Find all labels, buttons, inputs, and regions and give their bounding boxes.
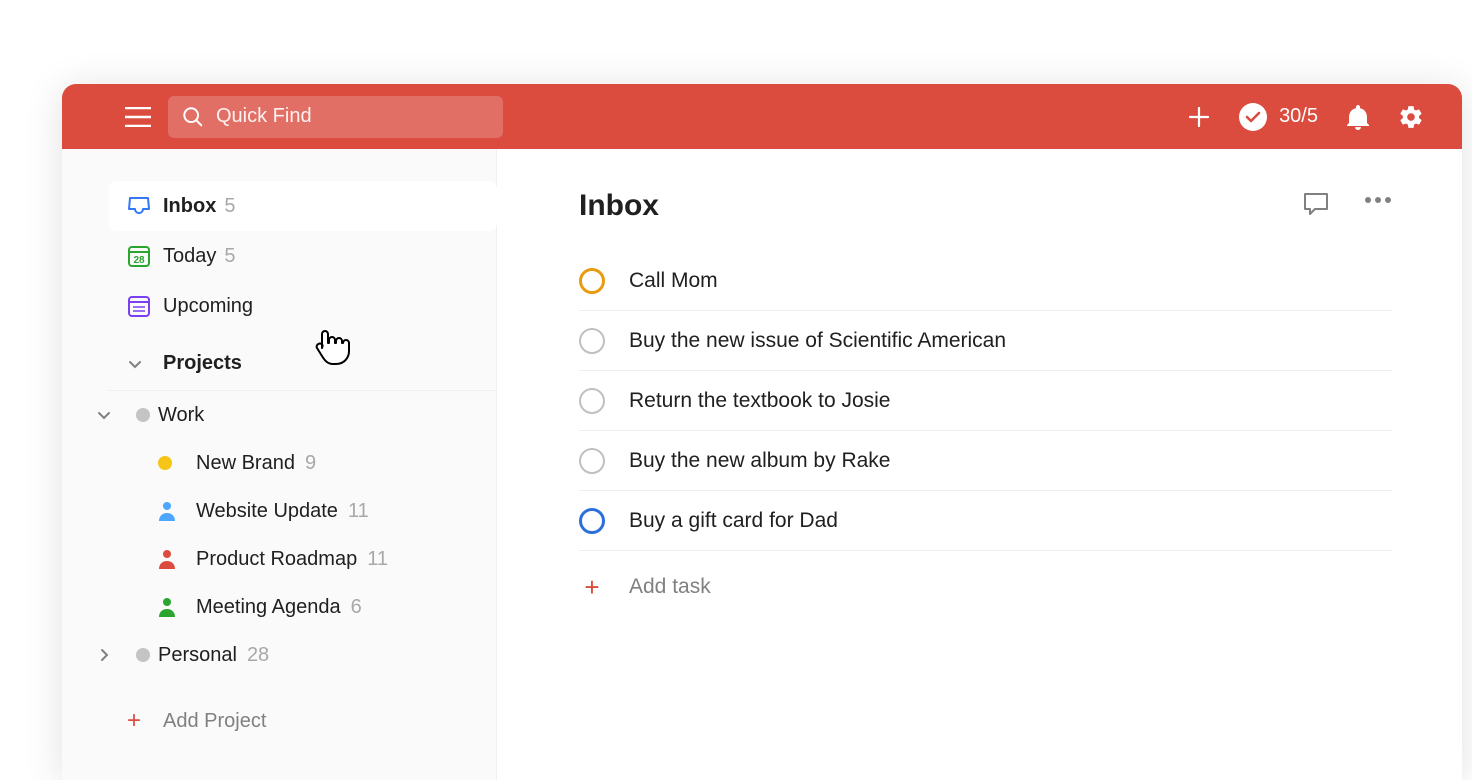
sidebar: Inbox 5 28 Today 5 Upcoming (62, 149, 497, 780)
hamburger-icon (125, 107, 151, 127)
task-row[interactable]: Buy the new album by Rake (579, 431, 1392, 491)
project-color-dot (136, 648, 150, 662)
productivity-karma[interactable]: 30/5 (1239, 103, 1318, 131)
folder-personal[interactable]: Personal 28 (84, 631, 496, 679)
nav-label: Upcoming (163, 295, 253, 318)
task-checkbox[interactable] (579, 268, 605, 294)
folder-label: Personal (158, 644, 237, 667)
main-content: Inbox Call Mom Buy the new issue of Scien… (497, 149, 1462, 780)
project-new-brand[interactable]: New Brand 9 (144, 439, 496, 487)
project-website-update[interactable]: Website Update 11 (144, 487, 496, 535)
comments-button[interactable] (1302, 191, 1330, 222)
projects-section-header[interactable]: Projects (109, 337, 497, 391)
add-project-button[interactable]: + Add Project (109, 697, 496, 745)
topbar: Quick Find 30/5 (62, 84, 1462, 149)
task-checkbox[interactable] (579, 508, 605, 534)
add-project-label: Add Project (163, 710, 266, 733)
task-row[interactable]: Buy the new issue of Scientific American (579, 311, 1392, 371)
task-title: Buy the new issue of Scientific American (629, 329, 1006, 353)
menu-button[interactable] (118, 107, 158, 127)
chevron-right-icon (96, 647, 112, 663)
task-row[interactable]: Buy a gift card for Dad (579, 491, 1392, 551)
task-row[interactable]: Call Mom (579, 251, 1392, 311)
project-label: Website Update (196, 500, 338, 523)
settings-button[interactable] (1398, 104, 1424, 130)
person-icon (158, 597, 176, 617)
person-icon (158, 501, 176, 521)
nav-label: Inbox (163, 195, 216, 218)
plus-icon (1187, 105, 1211, 129)
task-title: Buy a gift card for Dad (629, 509, 838, 533)
project-count: 11 (367, 548, 388, 571)
folder-label: Work (158, 404, 204, 427)
search-placeholder: Quick Find (216, 105, 312, 128)
app-window: Quick Find 30/5 In (62, 84, 1462, 780)
project-label: Meeting Agenda (196, 596, 341, 619)
project-label: Product Roadmap (196, 548, 357, 571)
search-icon (182, 106, 204, 128)
task-checkbox[interactable] (579, 328, 605, 354)
project-color-dot (136, 408, 150, 422)
project-count: 9 (305, 452, 316, 475)
task-checkbox[interactable] (579, 448, 605, 474)
project-count: 6 (351, 596, 362, 619)
sidebar-item-today[interactable]: 28 Today 5 (109, 231, 497, 281)
task-row[interactable]: Return the textbook to Josie (579, 371, 1392, 431)
inbox-icon (127, 195, 151, 217)
calendar-upcoming-icon (127, 294, 151, 318)
sidebar-item-inbox[interactable]: Inbox 5 (109, 181, 497, 231)
add-task-button[interactable]: + Add task (579, 557, 1392, 617)
project-color-dot (158, 456, 172, 470)
projects-label: Projects (163, 352, 242, 375)
project-label: New Brand (196, 452, 295, 475)
task-title: Buy the new album by Rake (629, 449, 890, 473)
notifications-button[interactable] (1346, 104, 1370, 130)
gear-icon (1398, 104, 1424, 130)
project-product-roadmap[interactable]: Product Roadmap 11 (144, 535, 496, 583)
person-icon (158, 549, 176, 569)
nav-count: 5 (224, 245, 235, 268)
chevron-down-icon (96, 407, 112, 423)
sidebar-item-upcoming[interactable]: Upcoming (109, 281, 497, 331)
nav-label: Today (163, 245, 216, 268)
task-checkbox[interactable] (579, 388, 605, 414)
nav-count: 5 (224, 195, 235, 218)
add-task-label: Add task (629, 575, 711, 599)
plus-icon: + (127, 707, 163, 735)
calendar-today-icon: 28 (127, 244, 151, 268)
karma-count: 30/5 (1279, 105, 1318, 128)
quick-add-button[interactable] (1187, 105, 1211, 129)
plus-icon: + (579, 572, 605, 603)
project-count: 11 (348, 500, 369, 523)
page-title: Inbox (579, 189, 1302, 223)
project-meeting-agenda[interactable]: Meeting Agenda 6 (144, 583, 496, 631)
task-list: Call Mom Buy the new issue of Scientific … (579, 251, 1392, 551)
folder-work[interactable]: Work (84, 391, 496, 439)
search-input[interactable]: Quick Find (168, 96, 503, 138)
svg-text:28: 28 (133, 255, 145, 266)
more-horizontal-icon (1364, 196, 1392, 204)
checkmark-circle-icon (1239, 103, 1267, 131)
more-options-button[interactable] (1364, 191, 1392, 222)
chevron-down-icon (127, 356, 143, 372)
bell-icon (1346, 104, 1370, 130)
task-title: Call Mom (629, 269, 718, 293)
folder-count: 28 (247, 644, 269, 667)
comment-icon (1302, 191, 1330, 217)
task-title: Return the textbook to Josie (629, 389, 891, 413)
